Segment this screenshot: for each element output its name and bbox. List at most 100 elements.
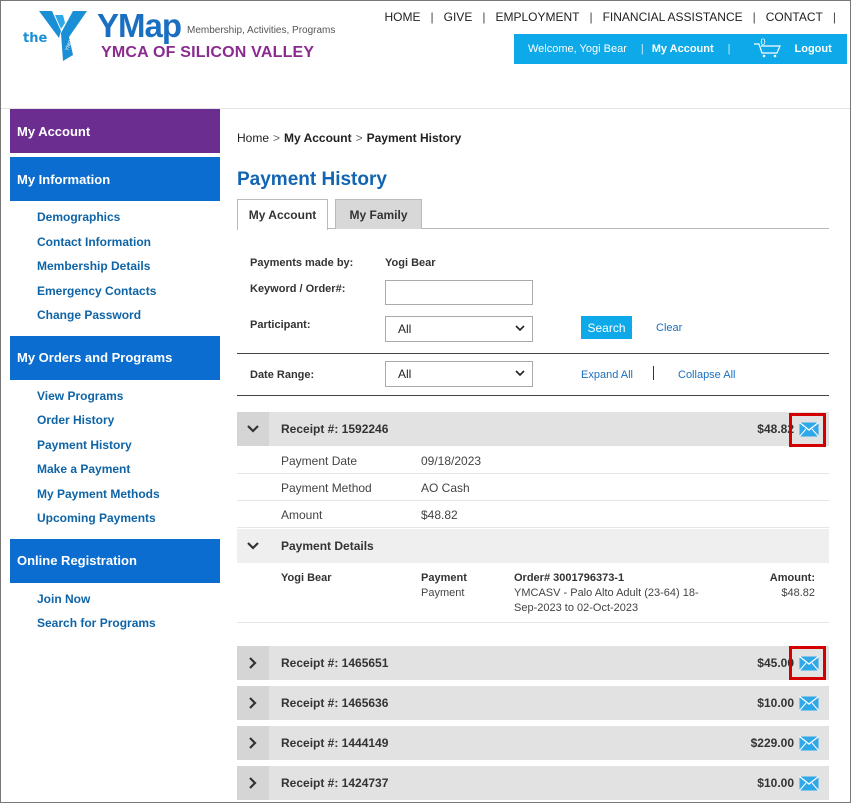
chevron-right-icon: [249, 657, 257, 669]
expand-toggle[interactable]: [237, 686, 269, 720]
sidebar-item-change-password[interactable]: Change Password: [37, 303, 220, 328]
breadcrumb-home[interactable]: Home: [237, 131, 269, 145]
app-name: YMap: [97, 7, 182, 44]
date-range-label: Date Range:: [250, 369, 315, 381]
detail-row: Payment Method AO Cash: [237, 474, 829, 501]
sidebar-list-my-information: Demographics Contact Information Members…: [10, 201, 220, 336]
order-description-line2: Sep-2023 to 02-Oct-2023: [514, 602, 639, 614]
detail-label: Payment Method: [281, 481, 372, 495]
payment-details-body: Yogi Bear Payment Payment Order# 3001796…: [237, 563, 829, 623]
receipt-number: Receipt #: 1444149: [281, 736, 389, 750]
search-button[interactable]: Search: [581, 316, 632, 339]
amount-value: $48.82: [781, 587, 815, 599]
tab-my-account[interactable]: My Account: [237, 199, 328, 230]
sidebar-item-payment-history[interactable]: Payment History: [37, 433, 220, 458]
nav-employment[interactable]: EMPLOYMENT: [485, 10, 589, 24]
expand-all-link[interactable]: Expand All: [581, 369, 633, 381]
date-range-select[interactable]: All: [385, 361, 533, 387]
keyword-input[interactable]: [385, 280, 533, 305]
cart-count: 0: [760, 37, 766, 47]
link-divider: [653, 366, 654, 380]
receipt-row[interactable]: Receipt #: 1592246 $48.82: [237, 412, 829, 446]
sidebar-item-emergency-contacts[interactable]: Emergency Contacts: [37, 279, 220, 304]
expand-toggle[interactable]: [237, 766, 269, 800]
filter-divider: [237, 395, 829, 396]
tagline: Membership, Activities, Programs: [187, 25, 336, 36]
tab-bar: My Account My Family: [237, 199, 829, 230]
expand-toggle[interactable]: [237, 529, 269, 563]
detail-label: Amount: [281, 508, 323, 522]
cart-button[interactable]: 0: [753, 37, 783, 58]
receipt-amount: $10.00: [757, 696, 794, 710]
highlight-box: [789, 646, 826, 680]
sidebar-section-online-registration[interactable]: Online Registration: [10, 538, 220, 583]
payment-details-title: Payment Details: [281, 539, 374, 553]
chevron-right-icon: [249, 737, 257, 749]
amount-label: Amount:: [769, 572, 815, 584]
detail-value: $48.82: [421, 508, 458, 522]
sidebar-item-demographics[interactable]: Demographics: [37, 205, 220, 230]
nav-contact[interactable]: CONTACT: [756, 10, 833, 24]
sidebar-item-view-programs[interactable]: View Programs: [37, 384, 220, 409]
userbar-divider: |: [727, 43, 731, 55]
receipt-row[interactable]: Receipt #: 1465636 $10.00: [237, 686, 829, 720]
order-number: Order# 3001796373-1: [514, 572, 625, 584]
breadcrumb-my-account[interactable]: My Account: [284, 131, 352, 145]
receipt-number: Receipt #: 1465636: [281, 696, 389, 710]
sidebar-item-payment-methods[interactable]: My Payment Methods: [37, 482, 220, 507]
email-icon[interactable]: [799, 776, 819, 791]
receipt-number: Receipt #: 1465651: [281, 656, 389, 670]
sidebar-item-join-now[interactable]: Join Now: [37, 587, 220, 612]
tab-my-family[interactable]: My Family: [335, 199, 422, 229]
sidebar-list-orders-programs: View Programs Order History Payment Hist…: [10, 380, 220, 539]
sidebar-item-contact-information[interactable]: Contact Information: [37, 230, 220, 255]
expand-toggle[interactable]: [237, 412, 269, 446]
chevron-down-icon: [247, 425, 259, 433]
detail-row: Amount $48.82: [237, 501, 829, 528]
clear-link[interactable]: Clear: [656, 322, 682, 334]
email-icon[interactable]: [799, 736, 819, 751]
sidebar-item-make-a-payment[interactable]: Make a Payment: [37, 457, 220, 482]
user-bar: Welcome, Yogi Bear | My Account | 0 Logo…: [514, 34, 847, 64]
sidebar-item-membership-details[interactable]: Membership Details: [37, 254, 220, 279]
top-nav: HOME | GIVE | EMPLOYMENT | FINANCIAL ASSIST…: [375, 10, 836, 24]
breadcrumb-separator: >: [355, 131, 363, 145]
date-range-select-value: All: [398, 367, 412, 381]
payment-type-heading: Payment: [421, 572, 467, 584]
receipt-amount: $10.00: [757, 776, 794, 790]
payment-type: Payment: [421, 587, 465, 599]
nav-give[interactable]: GIVE: [434, 10, 483, 24]
keyword-label: Keyword / Order#:: [250, 283, 346, 295]
chevron-down-icon: [515, 325, 525, 332]
expand-toggle[interactable]: [237, 726, 269, 760]
sidebar-item-order-history[interactable]: Order History: [37, 408, 220, 433]
receipt-row[interactable]: Receipt #: 1444149 $229.00: [237, 726, 829, 760]
sidebar-section-my-information[interactable]: My Information: [10, 157, 220, 201]
sidebar-item-upcoming-payments[interactable]: Upcoming Payments: [37, 506, 220, 531]
nav-divider: |: [832, 10, 836, 24]
cart-icon: [753, 43, 781, 58]
page-title: Payment History: [237, 169, 387, 190]
payer-name: Yogi Bear: [281, 572, 332, 584]
logout-link[interactable]: Logout: [795, 43, 832, 55]
sidebar-item-search-programs[interactable]: Search for Programs: [37, 611, 220, 636]
expand-toggle[interactable]: [237, 646, 269, 680]
detail-label: Payment Date: [281, 454, 358, 468]
nav-home[interactable]: HOME: [375, 10, 431, 24]
nav-financial-assistance[interactable]: FINANCIAL ASSISTANCE: [593, 10, 753, 24]
collapse-all-link[interactable]: Collapse All: [678, 369, 735, 381]
participant-label: Participant:: [250, 319, 311, 331]
receipt-row[interactable]: Receipt #: 1465651 $45.00: [237, 646, 829, 680]
chevron-right-icon: [249, 697, 257, 709]
breadcrumb-current: Payment History: [366, 131, 462, 145]
filter-divider: [237, 353, 829, 354]
my-account-link[interactable]: My Account: [652, 43, 714, 55]
payment-details-header[interactable]: Payment Details: [237, 529, 829, 563]
receipt-amount: $229.00: [750, 736, 794, 750]
participant-select[interactable]: All: [385, 316, 533, 342]
sidebar-section-orders-programs[interactable]: My Orders and Programs: [10, 335, 220, 380]
email-icon[interactable]: [799, 696, 819, 711]
sidebar-list-online-registration: Join Now Search for Programs: [10, 583, 220, 644]
receipt-row[interactable]: Receipt #: 1424737 $10.00: [237, 766, 829, 800]
sidebar-my-account[interactable]: My Account: [10, 109, 220, 153]
